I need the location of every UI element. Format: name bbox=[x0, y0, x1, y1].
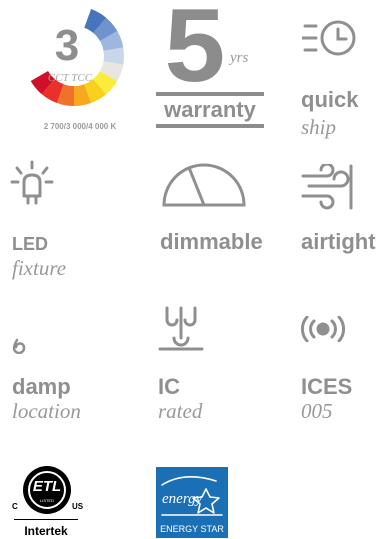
warranty-label: warranty bbox=[164, 97, 256, 122]
cct-range: 2 700/3 000/4 000 K bbox=[43, 122, 117, 131]
dimmer-dial-icon bbox=[160, 160, 248, 208]
radio-waves-icon bbox=[300, 316, 346, 342]
ic-line1: IC bbox=[158, 374, 180, 399]
warranty-badge: 5 yrs warranty bbox=[156, 0, 268, 132]
etl-rule bbox=[14, 519, 78, 520]
led-line2: fixture bbox=[12, 256, 67, 280]
etl-logo: ETL LISTED C US Intertek bbox=[10, 464, 84, 538]
etl-left-mark: C bbox=[12, 502, 18, 511]
energy-star-script: energy bbox=[162, 491, 203, 507]
cct-number: 3 bbox=[54, 21, 80, 70]
ic-line2: rated bbox=[158, 399, 203, 423]
cct-badge: 3 CCT TCC 2 700/3 000/4 000 K bbox=[18, 6, 136, 131]
clock-speed-icon bbox=[302, 18, 358, 58]
ic-insulation-icon bbox=[158, 306, 204, 352]
warranty-bottom-rule bbox=[156, 124, 264, 128]
quick-ship-line2: ship bbox=[301, 115, 337, 139]
etl-right-mark: US bbox=[72, 502, 84, 511]
dimmable-label: dimmable bbox=[160, 229, 263, 254]
energy-star-logo: energy ENERGY STAR bbox=[156, 467, 228, 538]
water-drop-icon bbox=[12, 338, 26, 354]
ices-line1: ICES bbox=[301, 374, 353, 399]
cct-label: CCT TCC bbox=[47, 72, 93, 84]
quick-ship-line1: quick bbox=[301, 87, 359, 112]
damp-line2: location bbox=[12, 399, 81, 423]
airtight-label: airtight bbox=[301, 229, 376, 254]
damp-line1: damp bbox=[12, 374, 71, 399]
warranty-number: 5 bbox=[164, 0, 226, 104]
led-line1: LED bbox=[12, 234, 48, 254]
airflow-icon bbox=[301, 164, 361, 210]
warranty-years: yrs bbox=[230, 50, 249, 66]
etl-listed: LISTED bbox=[39, 498, 54, 503]
warranty-top-rule bbox=[156, 92, 264, 96]
led-bulb-icon bbox=[10, 160, 54, 206]
ices-line2: 005 bbox=[301, 399, 333, 423]
etl-letters: ETL bbox=[32, 478, 62, 495]
energy-star-label: ENERGY STAR bbox=[160, 524, 224, 534]
etl-brand: Intertek bbox=[24, 524, 68, 538]
